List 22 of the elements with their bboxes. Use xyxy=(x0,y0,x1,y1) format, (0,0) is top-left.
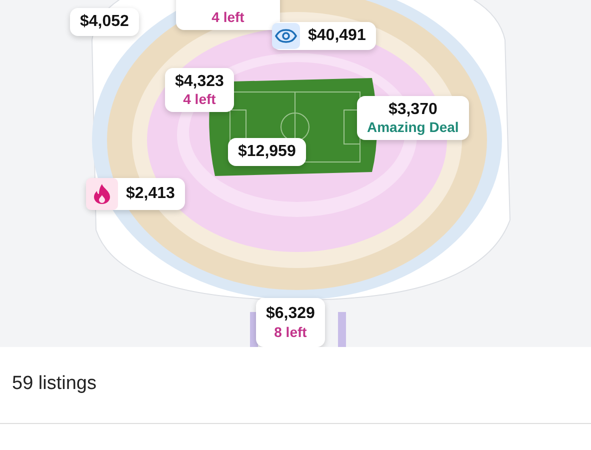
price-label: $12,959 xyxy=(238,143,296,162)
price-pin[interactable]: $4,323 4 left xyxy=(165,68,234,112)
tickets-left-label: 8 left xyxy=(274,324,307,340)
flame-icon xyxy=(94,184,110,204)
price-pin[interactable]: $12,959 xyxy=(228,138,306,166)
price-pin[interactable]: $4,052 xyxy=(70,8,139,36)
price-pin[interactable]: $2,413 xyxy=(86,178,185,210)
price-label: $4,323 xyxy=(175,73,224,92)
price-label: $6,329 xyxy=(266,305,315,324)
price-label: $4,052 xyxy=(80,13,129,32)
tickets-left-label: 4 left xyxy=(183,91,216,108)
price-pin[interactable]: $40,491 xyxy=(272,22,376,50)
price-pin[interactable]: $3,370 Amazing Deal xyxy=(357,96,469,140)
listings-count: 59 listings xyxy=(12,373,96,394)
price-label: $40,491 xyxy=(308,27,366,46)
deal-label: Amazing Deal xyxy=(367,119,459,136)
price-label: $2,413 xyxy=(126,184,175,204)
price-label: $3,370 xyxy=(388,101,438,120)
eye-icon xyxy=(275,29,297,44)
price-pin[interactable]: 4 left xyxy=(176,0,280,30)
tickets-left-label: 4 left xyxy=(212,8,244,25)
price-pin[interactable]: $6,329 8 left xyxy=(256,298,325,347)
